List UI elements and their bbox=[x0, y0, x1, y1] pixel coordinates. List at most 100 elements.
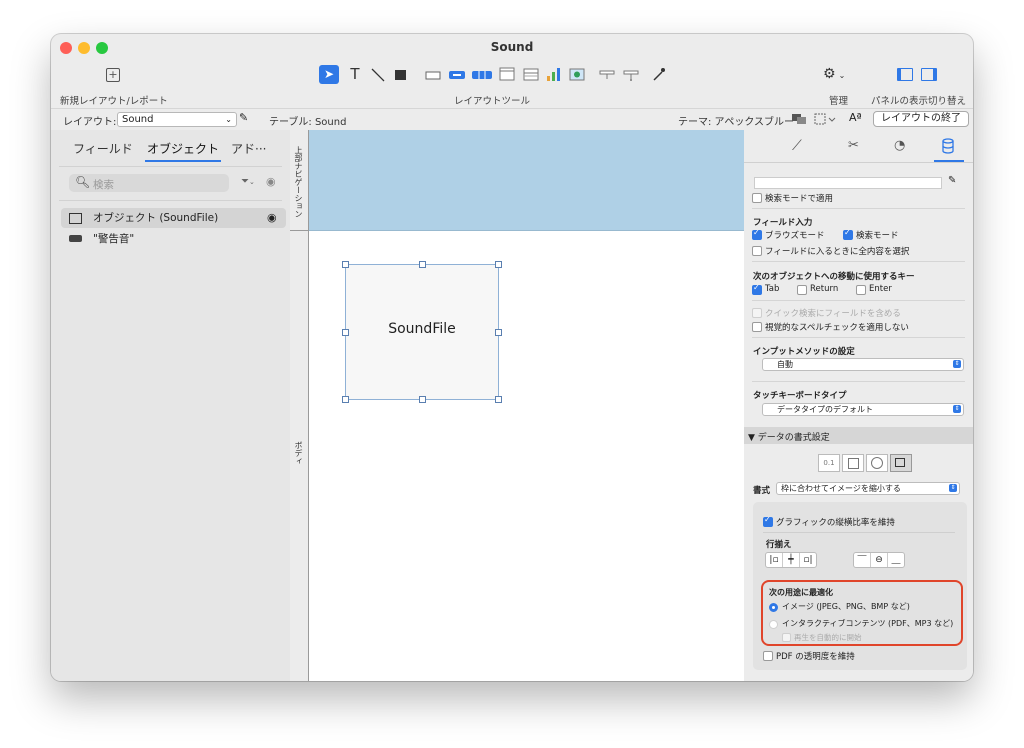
time-format-button[interactable] bbox=[866, 454, 888, 472]
text-format-button[interactable]: Aª bbox=[849, 111, 863, 127]
quick-find-checkbox[interactable] bbox=[752, 308, 762, 318]
tab-position[interactable]: ⟋ bbox=[792, 138, 810, 156]
format-painter-tool[interactable] bbox=[649, 65, 669, 84]
filter-button[interactable]: ⏷⌄ bbox=[241, 176, 259, 190]
exit-layout-button[interactable]: レイアウトの終了 bbox=[873, 111, 969, 127]
chart-tool[interactable] bbox=[545, 65, 563, 84]
resize-handle[interactable] bbox=[495, 261, 502, 268]
graphic-format-button[interactable] bbox=[890, 454, 912, 472]
data-format-section-header[interactable]: ▼ データの書式設定 bbox=[744, 427, 973, 444]
maintain-aspect-checkbox[interactable] bbox=[763, 515, 773, 527]
auto-play-checkbox[interactable] bbox=[782, 633, 791, 642]
text-tool[interactable]: T bbox=[347, 65, 363, 84]
browse-mode-label: ブラウズモード bbox=[765, 231, 825, 241]
line-tool[interactable] bbox=[369, 65, 387, 84]
popover-tool[interactable] bbox=[497, 65, 517, 84]
soundfile-container-field[interactable]: SoundFile bbox=[342, 261, 502, 403]
arrow-pointer-icon: ➤ bbox=[323, 67, 335, 81]
tab-data[interactable] bbox=[940, 138, 958, 156]
filled-rectangle-icon bbox=[395, 70, 406, 80]
tab-appearance[interactable]: ◔ bbox=[894, 138, 912, 156]
list-item-label: "警告音" bbox=[93, 233, 135, 245]
input-method-select[interactable]: 自動 ⇕ bbox=[762, 358, 964, 371]
toggle-right-panel-button[interactable] bbox=[921, 68, 937, 81]
align-left-icon[interactable]: |▫ bbox=[766, 553, 783, 567]
graphic-format-value: 枠に合わせてイメージを縮小する bbox=[781, 484, 901, 493]
tab-objects[interactable]: オブジェクト bbox=[147, 140, 219, 157]
placeholder-text-field[interactable] bbox=[754, 177, 942, 189]
divider bbox=[752, 337, 965, 338]
eye-icon[interactable]: ◉ bbox=[267, 208, 277, 228]
field-tool[interactable] bbox=[423, 65, 443, 84]
rectangle-tool[interactable] bbox=[392, 65, 410, 84]
optimize-interactive-radio[interactable] bbox=[769, 620, 778, 629]
return-key-checkbox[interactable] bbox=[797, 285, 807, 295]
layout-canvas[interactable]: SoundFile bbox=[309, 130, 745, 681]
align-top-icon[interactable]: ⎺ bbox=[854, 553, 871, 567]
panel-toggle-label: パネルの表示切り替え bbox=[871, 96, 967, 107]
toggle-left-panel-button[interactable] bbox=[897, 68, 913, 81]
next-object-heading: 次のオブジェクトへの移動に使用するキー bbox=[753, 272, 915, 282]
layout-tools-label: レイアウトツール bbox=[454, 96, 531, 107]
field-box-icon bbox=[425, 71, 441, 80]
select-tool[interactable]: ➤ bbox=[319, 65, 339, 84]
right-panel-icon bbox=[933, 69, 936, 80]
tab-styles[interactable]: ✂ bbox=[848, 138, 866, 156]
enter-key-checkbox[interactable] bbox=[856, 285, 866, 295]
resize-handle[interactable] bbox=[342, 329, 349, 336]
tab-key-checkbox[interactable] bbox=[752, 283, 762, 295]
image-field-icon bbox=[69, 213, 82, 224]
eye-icon: ◉ bbox=[266, 175, 276, 188]
visibility-toggle[interactable]: ◉ bbox=[266, 175, 280, 189]
align-bottom-icon[interactable]: ⎽ bbox=[888, 553, 904, 567]
resize-handle[interactable] bbox=[419, 396, 426, 403]
theme-options-button[interactable] bbox=[791, 113, 807, 125]
edit-layout-button[interactable]: ✎ bbox=[239, 111, 253, 125]
align-center-icon[interactable]: ┿ bbox=[783, 553, 800, 567]
grid-options-button[interactable] bbox=[814, 112, 838, 126]
edit-placeholder-button[interactable]: ✎ bbox=[948, 175, 956, 186]
graphic-format-select[interactable]: 枠に合わせてイメージを縮小する ⇕ bbox=[776, 482, 960, 495]
web-viewer-tool[interactable] bbox=[567, 65, 587, 84]
tab-addons[interactable]: アド··· bbox=[231, 140, 266, 157]
top-navigation-part-tab[interactable]: 上部ナビゲーション bbox=[290, 130, 308, 231]
resize-handle[interactable] bbox=[342, 396, 349, 403]
search-divider bbox=[59, 200, 282, 201]
pdf-transparency-checkbox[interactable] bbox=[763, 651, 773, 661]
button-tool[interactable] bbox=[447, 65, 467, 84]
resize-handle[interactable] bbox=[495, 396, 502, 403]
date-format-button[interactable] bbox=[842, 454, 864, 472]
manage-button[interactable]: ⚙ ⌄ bbox=[823, 65, 855, 84]
search-field[interactable]: 🔍︎ 検索 bbox=[69, 174, 229, 192]
image-icon bbox=[895, 458, 905, 467]
align-middle-icon[interactable]: ⊖ bbox=[871, 553, 888, 567]
grid-icon bbox=[814, 113, 836, 125]
app-window: Sound + 新規レイアウト/レポート ➤ T レイアウトツール ⚙ ⌄ 管理… bbox=[51, 34, 973, 681]
tab-control-tool[interactable] bbox=[521, 65, 541, 84]
resize-handle[interactable] bbox=[342, 261, 349, 268]
divider bbox=[752, 261, 965, 262]
number-format-button[interactable]: 0.1 bbox=[818, 454, 840, 472]
align-right-icon[interactable]: ▫| bbox=[800, 553, 816, 567]
tab-fields[interactable]: フィールド bbox=[73, 140, 133, 157]
optimize-images-radio[interactable] bbox=[769, 603, 778, 612]
resize-handle[interactable] bbox=[419, 261, 426, 268]
top-navigation-part[interactable] bbox=[309, 130, 744, 231]
popover-icon bbox=[499, 67, 515, 81]
resize-handle[interactable] bbox=[495, 329, 502, 336]
list-item[interactable]: オブジェクト (SoundFile) ◉ bbox=[61, 208, 286, 228]
browse-mode-checkbox[interactable] bbox=[752, 228, 762, 240]
layout-select[interactable]: Sound ⌄ bbox=[117, 112, 237, 127]
select-all-checkbox[interactable] bbox=[752, 246, 762, 256]
apply-find-mode-checkbox[interactable] bbox=[752, 193, 762, 203]
portal-tool[interactable] bbox=[597, 65, 617, 84]
touch-keyboard-select[interactable]: データタイプのデフォルト ⇕ bbox=[762, 403, 964, 416]
body-part-tab[interactable]: ボディ bbox=[290, 231, 308, 680]
new-layout-button[interactable]: + bbox=[106, 68, 120, 82]
button-bar-tool[interactable] bbox=[471, 65, 493, 84]
spellcheck-checkbox[interactable] bbox=[752, 322, 762, 332]
slide-control-tool[interactable] bbox=[621, 65, 641, 84]
clock-icon bbox=[871, 457, 883, 469]
list-item[interactable]: "警告音" bbox=[61, 229, 286, 249]
find-mode-checkbox[interactable] bbox=[843, 228, 853, 240]
